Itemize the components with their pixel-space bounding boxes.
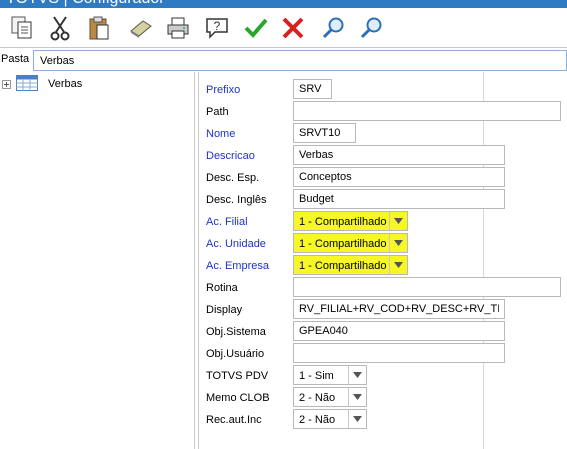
tree-item-label: Verbas <box>48 78 83 90</box>
row-ac-empresa: Ac. Empresa 1 - Compartilhado <box>199 254 567 276</box>
desc-esp-label: Desc. Esp. <box>206 172 260 184</box>
row-rec-aut-inc: Rec.aut.Inc 2 - Não <box>199 408 567 430</box>
rec-aut-inc-value: 2 - Não <box>299 414 336 426</box>
ac-filial-label: Ac. Filial <box>206 216 248 228</box>
display-label: Display <box>206 304 243 316</box>
ac-empresa-value: 1 - Compartilhado <box>299 260 387 272</box>
totvs-pdv-label: TOTVS PDV <box>206 370 269 382</box>
row-memo-clob: Memo CLOB 2 - Não <box>199 386 567 408</box>
memo-clob-label: Memo CLOB <box>206 392 270 404</box>
table-icon <box>16 74 38 94</box>
row-ac-filial: Ac. Filial 1 - Compartilhado <box>199 210 567 232</box>
help-icon[interactable]: ? <box>201 12 233 44</box>
rec-aut-inc-label: Rec.aut.Inc <box>206 414 262 426</box>
descricao-field[interactable] <box>293 145 505 165</box>
prefixo-field[interactable] <box>293 79 332 99</box>
row-descricao: Descricao <box>199 144 567 166</box>
toolbar: ? <box>0 8 567 46</box>
row-desc-ingles: Desc. Inglês <box>199 188 567 210</box>
obj-sistema-field[interactable] <box>293 321 505 341</box>
search-next-icon[interactable] <box>356 12 388 44</box>
chevron-down-icon[interactable] <box>348 388 366 406</box>
totvs-pdv-value: 1 - Sim <box>299 370 334 382</box>
cancel-icon[interactable] <box>277 12 309 44</box>
rec-aut-inc-select[interactable]: 2 - Não <box>293 409 367 429</box>
rotina-field[interactable] <box>293 277 561 297</box>
search-icon[interactable] <box>318 12 350 44</box>
row-obj-usuario: Obj.Usuário <box>199 342 567 364</box>
desc-ingles-label: Desc. Inglês <box>206 194 267 206</box>
title-bar: TOTVS | Configurador <box>0 0 567 8</box>
chevron-down-icon[interactable] <box>389 234 407 252</box>
path-field[interactable] <box>293 101 561 121</box>
ac-unidade-select[interactable]: 1 - Compartilhado <box>293 233 408 253</box>
cut-icon[interactable] <box>44 12 76 44</box>
desc-ingles-field[interactable] <box>293 189 505 209</box>
row-display: Display <box>199 298 567 320</box>
row-totvs-pdv: TOTVS PDV 1 - Sim <box>199 364 567 386</box>
row-rotina: Rotina <box>199 276 567 298</box>
paste-icon[interactable] <box>83 12 115 44</box>
properties-panel: Prefixo Path Nome Descricao Desc. Esp. D… <box>198 72 567 449</box>
memo-clob-value: 2 - Não <box>299 392 336 404</box>
pasta-label: Pasta <box>1 53 30 65</box>
ac-unidade-value: 1 - Compartilhado <box>299 238 387 250</box>
pasta-row: Pasta <box>0 47 567 71</box>
obj-usuario-label: Obj.Usuário <box>206 348 265 360</box>
row-obj-sistema: Obj.Sistema <box>199 320 567 342</box>
tree-panel: Verbas <box>0 72 195 449</box>
path-label: Path <box>206 106 229 118</box>
chevron-down-icon[interactable] <box>348 410 366 428</box>
ac-unidade-label: Ac. Unidade <box>206 238 266 250</box>
confirm-icon[interactable] <box>240 12 272 44</box>
memo-clob-select[interactable]: 2 - Não <box>293 387 367 407</box>
nome-label: Nome <box>206 128 236 140</box>
tree-item-verbas[interactable]: Verbas <box>2 74 83 94</box>
ac-filial-select[interactable]: 1 - Compartilhado <box>293 211 408 231</box>
display-field[interactable] <box>293 299 505 319</box>
descricao-label: Descricao <box>206 150 255 162</box>
ac-empresa-select[interactable]: 1 - Compartilhado <box>293 255 408 275</box>
copy-icon[interactable] <box>6 12 38 44</box>
window-title: TOTVS | Configurador <box>6 0 165 8</box>
chevron-down-icon[interactable] <box>389 212 407 230</box>
prefixo-label: Prefixo <box>206 84 241 96</box>
nome-field[interactable] <box>293 123 356 143</box>
row-nome: Nome <box>199 122 567 144</box>
row-desc-esp: Desc. Esp. <box>199 166 567 188</box>
row-path: Path <box>199 100 567 122</box>
desc-esp-field[interactable] <box>293 167 505 187</box>
obj-usuario-field[interactable] <box>293 343 505 363</box>
ac-empresa-label: Ac. Empresa <box>206 260 269 272</box>
rotina-label: Rotina <box>206 282 238 294</box>
chevron-down-icon[interactable] <box>389 256 407 274</box>
totvs-pdv-select[interactable]: 1 - Sim <box>293 365 367 385</box>
row-prefixo: Prefixo <box>199 78 567 100</box>
eraser-icon[interactable] <box>125 12 157 44</box>
print-icon[interactable] <box>162 12 194 44</box>
pasta-input[interactable] <box>33 50 567 71</box>
ac-filial-value: 1 - Compartilhado <box>299 216 387 228</box>
svg-text:?: ? <box>214 19 221 33</box>
row-ac-unidade: Ac. Unidade 1 - Compartilhado <box>199 232 567 254</box>
obj-sistema-label: Obj.Sistema <box>206 326 266 338</box>
expand-icon[interactable] <box>2 79 11 89</box>
chevron-down-icon[interactable] <box>348 366 366 384</box>
